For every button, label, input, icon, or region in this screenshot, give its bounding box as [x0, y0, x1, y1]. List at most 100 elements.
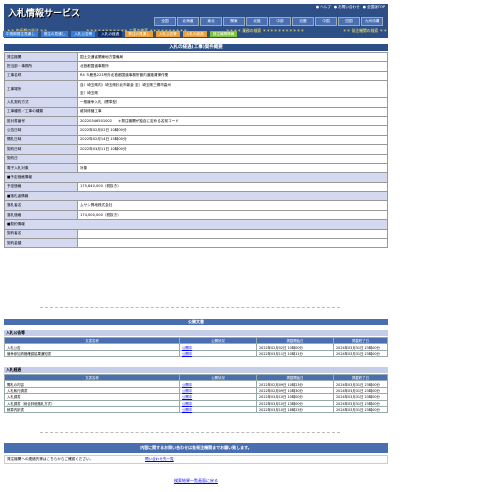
divider [40, 432, 340, 433]
table-row: 落札者名 ムサシ興地株式会社 [4, 200, 388, 211]
doc-end: 2024年03月31日 23時00分 [333, 386, 388, 395]
doc-end: 2024年03月31日 23時00分 [333, 349, 388, 358]
field-label: 公告日時 [4, 125, 78, 136]
table-row: 工事場所 自）埼玉県内）埼玉県杉北市新倉 至）埼玉県三郷市高州 至）埼玉県 [4, 80, 388, 99]
contact-list-link[interactable]: 問い合わせ先一覧 [145, 456, 174, 463]
region-kanto[interactable]: 関東 [223, 17, 245, 26]
table-row: 担当部・事務所 北首都国道事務所 [4, 61, 388, 72]
region-hokkaido[interactable]: 北海道 [177, 17, 199, 26]
region-kyushu[interactable]: 九州沖縄 [361, 17, 383, 26]
tab-construction-progress[interactable]: 入札の経過 [98, 31, 123, 37]
field-value: 175,840,000（税抜き） [77, 181, 388, 193]
field-label: 契約者名 [4, 228, 78, 240]
tab-service-progress[interactable]: 入札の経過 [182, 31, 207, 37]
field-label: 電子入札対象 [4, 162, 78, 174]
field-value: 2022年02月14日 15時00分 [77, 134, 388, 146]
search-tabs: 中長期発注見通し 発注の見通し 入札公告等 入札の経過 発注の見通し 入札公告等… [3, 31, 238, 37]
bid-notice-table: 文書名称 公開状況 掲載開始日 掲載終了日 入札公告 公開中 2022年02月0… [4, 336, 388, 358]
field-label: 契約日時 [4, 144, 78, 155]
table-row: 積算内訳書 公開中 2022年03月10日 18時23分 2024年03月31日… [4, 405, 388, 414]
doc-status-link[interactable]: 公開中 [179, 405, 257, 414]
field-label: 担当部・事務所 [4, 61, 78, 72]
field-label: 開札日時 [4, 134, 78, 146]
tab-service-outlook[interactable]: 発注の見通し [125, 31, 153, 37]
price-section-header: ■予定価格情報 [4, 172, 388, 183]
region-kinki[interactable]: 近畿 [292, 17, 314, 26]
table-row: 競争参加資格確認結果通知書 公開中 2022年03月11日 10時11分 202… [4, 349, 388, 358]
field-value: 自）埼玉県内）埼玉県杉北市新倉 至）埼玉県三郷市高州 至）埼玉県 [77, 80, 388, 99]
field-value: 20220346501002 ＊発注機関が独自に定める名前コード [77, 115, 388, 127]
table-row: 落札価格 174,000,000（税抜き） [4, 209, 388, 221]
contract-section-header: ■契約情報 [4, 219, 388, 230]
tab-long-term-outlook[interactable]: 中長期発注見通し [3, 31, 38, 37]
public-docs-title: 公開文書 [4, 319, 388, 325]
field-value: 2022年02月02日 10時00分 [77, 125, 388, 136]
table-row: 予定価格 175,840,000（税抜き） [4, 181, 388, 193]
table-row: 入札契約方式 一般競争入札（標準型） [4, 97, 388, 108]
tab-service-notices[interactable]: 入札公告等 [155, 31, 180, 37]
doc-start: 2022年03月11日 10時11分 [256, 349, 334, 358]
table-row: 工事名称 R4 Ｓ鹿島223号外北首都国道事務所管内道路清掃作業 [4, 70, 388, 82]
section-title: 入札の経過(工事)案件概要 [4, 44, 388, 51]
doc-end: 2024年03月31日 23時00分 [333, 393, 388, 401]
field-value: 北首都国道事務所 [77, 61, 388, 72]
help-link[interactable]: ● ヘルプ [316, 5, 331, 10]
tab-construction-notices[interactable]: 入札公告等 [71, 31, 96, 37]
agency-search-label: ＊＊ 発注機関の検索 ＊＊ [342, 28, 387, 33]
region-nav: 全国 北海道 東北 関東 北陸 中部 近畿 中国 四国 九州沖縄 [154, 17, 383, 26]
field-label: 発注機関 [4, 51, 78, 63]
field-label: 落札者名 [4, 200, 78, 211]
table-row: 開札日時 2022年02月14日 15時00分 [4, 134, 388, 146]
table-row: ■契約情報 [4, 219, 388, 230]
doc-name: 競争参加資格確認結果通知書 [4, 349, 180, 358]
table-row: 発注機関 国土交通省関東地方整備局 [4, 51, 388, 63]
field-value: 対象 [77, 162, 388, 174]
field-value: 174,000,000（税抜き） [77, 209, 388, 221]
table-row: 電子入札対象 対象 [4, 162, 388, 174]
table-row: 契約日 [4, 153, 388, 164]
doc-end: 2024年03月31日 23時00分 [333, 380, 388, 388]
table-row: 工事種別／工事の種類 維持修繕工事 [4, 106, 388, 117]
site-title: 入札情報サービス [8, 9, 81, 19]
tab-agency-info[interactable]: 発注機関情報 [209, 31, 238, 37]
table-row: 公告日時 2022年02月02日 10時00分 [4, 125, 388, 136]
field-value: 維持修繕工事 [77, 106, 388, 117]
field-value: ムサシ興地株式会社 [77, 200, 388, 211]
table-row: 契約金額 [4, 238, 388, 249]
field-value: 2022年03月11日 10時00分 [77, 144, 388, 155]
doc-end: 2024年03月31日 23時00分 [333, 405, 388, 414]
tab-construction-outlook[interactable]: 発注の見通し [40, 31, 69, 37]
national-top-link[interactable]: ● 全国版TOP [363, 5, 385, 10]
field-label: 入札契約方式 [4, 97, 78, 108]
field-label: 設計書番号 [4, 115, 78, 127]
region-hokuriku[interactable]: 北陸 [246, 17, 268, 26]
bid-progress-heading: 入札経過 [4, 367, 388, 373]
bid-notice-heading: 入札公告等 [4, 330, 388, 336]
winner-section-header: ■落札者情報 [4, 191, 388, 202]
region-tohoku[interactable]: 東北 [200, 17, 222, 26]
region-national[interactable]: 全国 [154, 17, 176, 26]
location-line-1: 自）埼玉県内）埼玉県杉北市新倉 至）埼玉県三郷市高州 [80, 82, 171, 87]
case-summary-table: 発注機関 国土交通省関東地方整備局 担当部・事務所 北首都国道事務所 工事名称 R4 … [4, 51, 388, 249]
field-label: 落札価格 [4, 209, 78, 221]
field-value [77, 238, 388, 249]
region-chugoku[interactable]: 中国 [315, 17, 337, 26]
contact-link[interactable]: ● お問い合わせ [334, 5, 360, 10]
back-to-results-link[interactable]: 検索結果一覧画面に戻る [0, 478, 392, 484]
field-label: 工事場所 [4, 80, 78, 99]
region-shikoku[interactable]: 四国 [338, 17, 360, 26]
inquiry-notice: 内容に関するお問い合わせは各発注機関までお願い致します。 [4, 443, 388, 453]
table-row: 設計書番号 20220346501002 ＊発注機関が独自に定める名前コード [4, 115, 388, 127]
field-value: 一般競争入札（標準型） [77, 97, 388, 108]
field-label: 工事種別／工事の種類 [4, 106, 78, 117]
doc-status-link[interactable]: 公開中 [179, 349, 257, 358]
field-label: 契約金額 [4, 238, 78, 249]
region-chubu[interactable]: 中部 [269, 17, 291, 26]
doc-start: 2022年03月10日 18時23分 [256, 405, 334, 414]
table-row: 契約日時 2022年03月11日 10時00分 [4, 144, 388, 155]
table-row: 契約者名 [4, 228, 388, 240]
field-value [77, 153, 388, 164]
field-label: 工事名称 [4, 70, 78, 82]
doc-name: 積算内訳書 [4, 405, 180, 414]
contact-text: 発注機関への連絡先等はこちらからご確認ください。 [7, 457, 94, 461]
